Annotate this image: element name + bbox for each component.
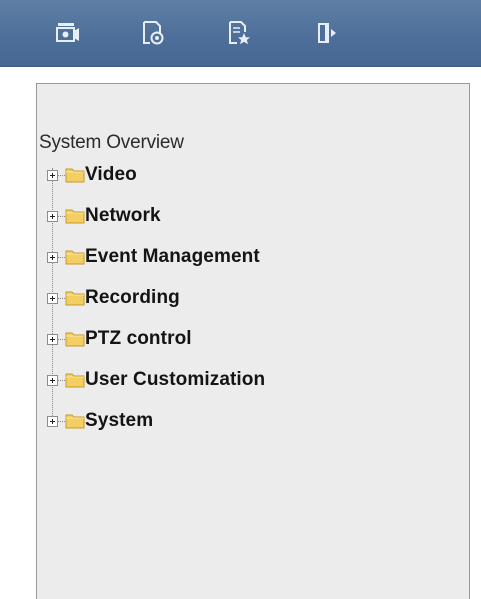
folder-icon xyxy=(65,207,85,229)
tree-connector xyxy=(58,339,65,340)
folder-icon xyxy=(65,289,85,311)
tree-connector xyxy=(58,380,65,381)
logout-button[interactable] xyxy=(309,16,343,50)
door-exit-icon xyxy=(318,23,336,43)
video-camera-icon xyxy=(56,23,79,42)
tree-item-label[interactable]: Video xyxy=(85,164,137,186)
expand-plus-icon[interactable] xyxy=(47,293,58,304)
document-camera-icon xyxy=(143,21,164,45)
tree-connector xyxy=(58,421,65,422)
folder-icon xyxy=(65,248,85,270)
expand-plus-icon[interactable] xyxy=(47,375,58,386)
navigation-panel: System Overview Video Network Event Manage… xyxy=(36,83,470,599)
tree-item-label[interactable]: User Customization xyxy=(85,369,265,391)
expand-plus-icon[interactable] xyxy=(47,334,58,345)
tree-item-system[interactable]: System xyxy=(37,410,457,451)
tree-item-label[interactable]: Recording xyxy=(85,287,180,309)
tree-item-label[interactable]: System xyxy=(85,410,153,432)
tree-item-label[interactable]: PTZ control xyxy=(85,328,192,350)
navigation-tree: Video Network Event Management Recording PTZ… xyxy=(37,164,457,451)
expand-plus-icon[interactable] xyxy=(47,252,58,263)
document-star-icon xyxy=(229,21,250,45)
camera-view-button[interactable] xyxy=(50,16,84,50)
tree-item-ptz-control[interactable]: PTZ control xyxy=(37,328,457,369)
folder-icon xyxy=(65,371,85,393)
folder-icon xyxy=(65,412,85,434)
tree-item-recording[interactable]: Recording xyxy=(37,287,457,328)
top-toolbar xyxy=(0,0,481,67)
tree-connector xyxy=(58,175,65,176)
folder-icon xyxy=(65,166,85,188)
playback-button[interactable] xyxy=(136,16,170,50)
tree-item-label[interactable]: Network xyxy=(85,205,161,227)
tree-connector xyxy=(58,257,65,258)
tree-item-network[interactable]: Network xyxy=(37,205,457,246)
expand-plus-icon[interactable] xyxy=(47,211,58,222)
tree-connector xyxy=(58,216,65,217)
tree-root-label[interactable]: System Overview xyxy=(39,132,184,154)
tree-item-user-customization[interactable]: User Customization xyxy=(37,369,457,410)
tree-connector xyxy=(58,298,65,299)
tree-item-event-management[interactable]: Event Management xyxy=(37,246,457,287)
expand-plus-icon[interactable] xyxy=(47,170,58,181)
tree-item-video[interactable]: Video xyxy=(37,164,457,205)
folder-icon xyxy=(65,330,85,352)
expand-plus-icon[interactable] xyxy=(47,416,58,427)
tree-item-label[interactable]: Event Management xyxy=(85,246,260,268)
client-settings-button[interactable] xyxy=(222,16,256,50)
